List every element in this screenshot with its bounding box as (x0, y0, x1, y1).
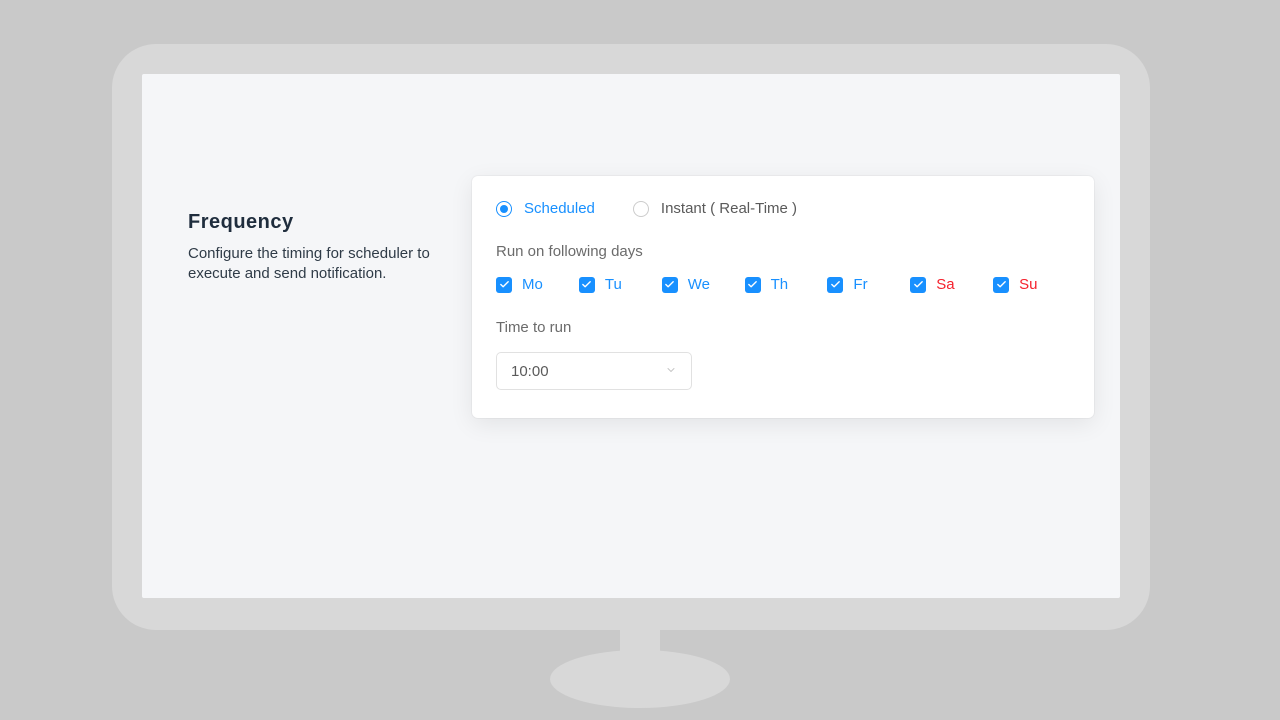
mode-radio-instant[interactable]: Instant ( Real-Time ) (633, 200, 797, 217)
day-checkbox-tu[interactable]: Tu (579, 276, 656, 293)
check-icon (827, 277, 843, 293)
day-checkbox-th[interactable]: Th (745, 276, 822, 293)
check-icon (662, 277, 678, 293)
day-label: We (688, 276, 710, 293)
radio-label: Instant ( Real-Time ) (661, 200, 797, 217)
device-frame: Frequency Configure the timing for sched… (0, 0, 1280, 720)
day-checkbox-mo[interactable]: Mo (496, 276, 573, 293)
mode-radio-scheduled[interactable]: Scheduled (496, 200, 595, 217)
check-icon (579, 277, 595, 293)
frequency-card: Scheduled Instant ( Real-Time ) Run on f… (472, 176, 1094, 418)
section-title: Frequency (188, 211, 438, 234)
chevron-down-icon (665, 363, 677, 380)
days-row: Mo Tu We Th Fr Sa Su (496, 276, 1070, 293)
day-checkbox-sa[interactable]: Sa (910, 276, 987, 293)
settings-panel: Frequency Configure the timing for sched… (142, 74, 1120, 598)
time-select[interactable]: 10:00 (496, 352, 692, 390)
check-icon (496, 277, 512, 293)
day-checkbox-we[interactable]: We (662, 276, 739, 293)
day-label: Th (771, 276, 789, 293)
radio-icon (633, 201, 649, 217)
day-checkbox-su[interactable]: Su (993, 276, 1070, 293)
time-select-value: 10:00 (511, 363, 549, 380)
section-description: Configure the timing for scheduler to ex… (188, 244, 438, 285)
day-label: Sa (936, 276, 954, 293)
radio-icon (496, 201, 512, 217)
check-icon (993, 277, 1009, 293)
day-label: Su (1019, 276, 1037, 293)
days-label: Run on following days (496, 243, 1070, 260)
radio-label: Scheduled (524, 200, 595, 217)
section-header: Frequency Configure the timing for sched… (188, 211, 438, 285)
day-label: Tu (605, 276, 622, 293)
check-icon (745, 277, 761, 293)
monitor-bezel: Frequency Configure the timing for sched… (112, 44, 1150, 630)
day-checkbox-fr[interactable]: Fr (827, 276, 904, 293)
day-label: Fr (853, 276, 867, 293)
time-label: Time to run (496, 319, 1070, 336)
mode-radio-group: Scheduled Instant ( Real-Time ) (496, 200, 1070, 217)
screen: Frequency Configure the timing for sched… (142, 74, 1120, 598)
day-label: Mo (522, 276, 543, 293)
check-icon (910, 277, 926, 293)
